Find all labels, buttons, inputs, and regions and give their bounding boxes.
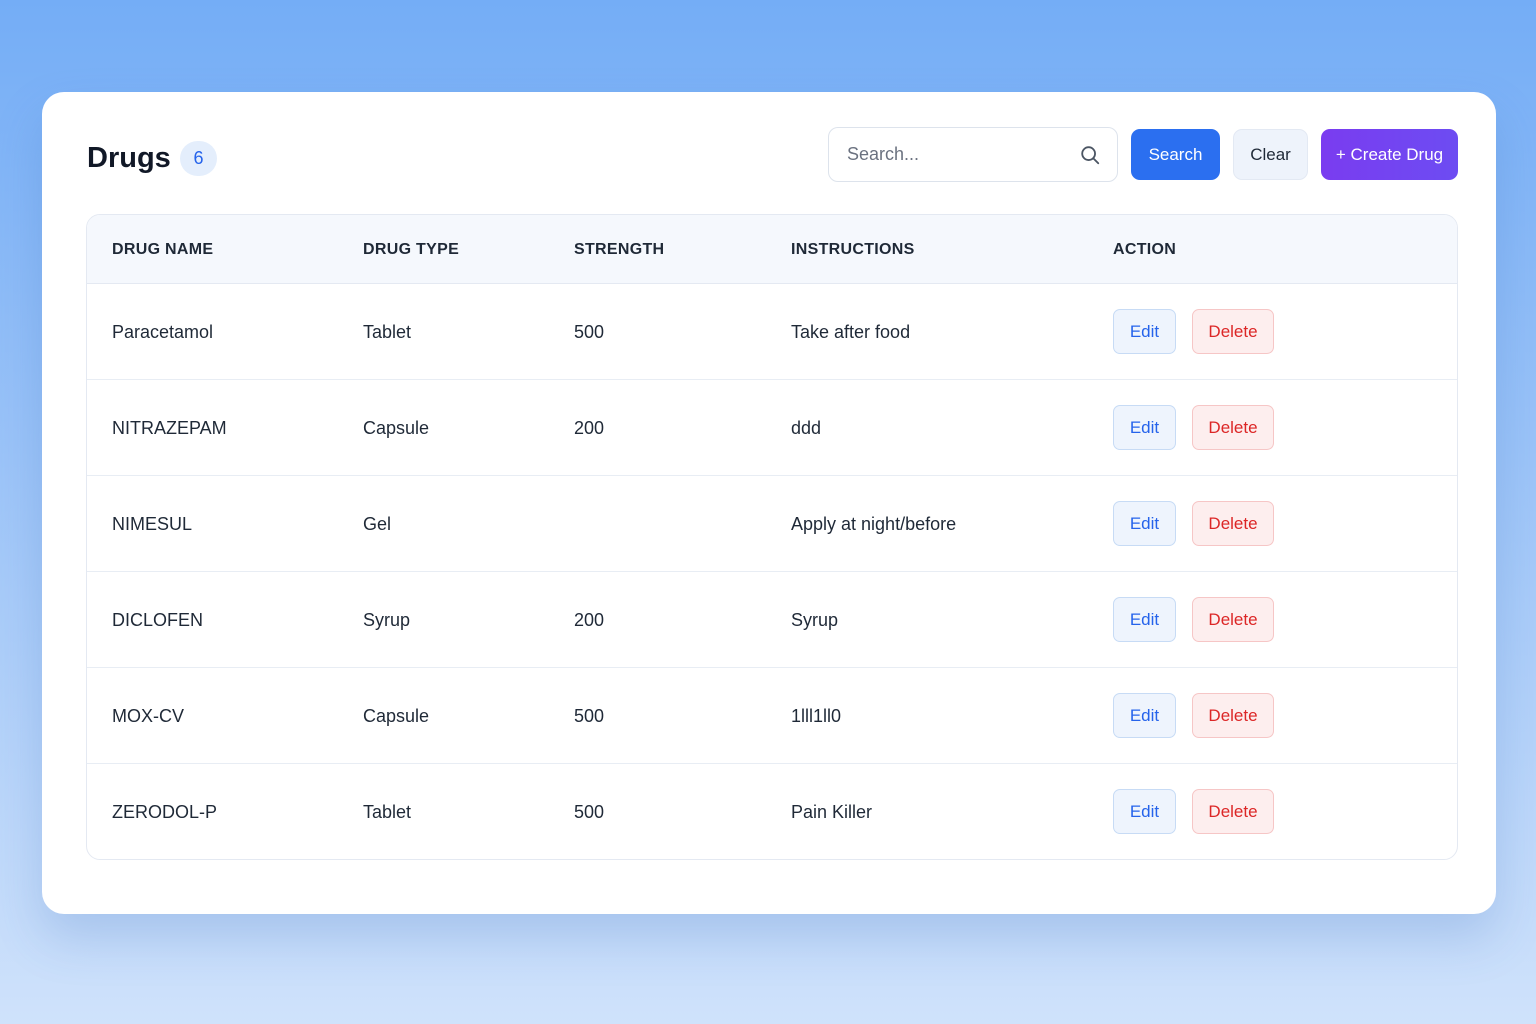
column-header-action: ACTION <box>1113 241 1177 258</box>
cell-strength: 500 <box>574 802 605 822</box>
edit-button[interactable]: Edit <box>1113 405 1176 450</box>
edit-button[interactable]: Edit <box>1113 501 1176 546</box>
cell-drug-name: ZERODOL-P <box>112 802 218 822</box>
table-row: NIMESUL Gel Apply at night/before Edit D… <box>87 476 1457 572</box>
column-header-drug-name: DRUG NAME <box>112 241 214 258</box>
cell-instructions: ddd <box>791 418 822 438</box>
edit-button[interactable]: Edit <box>1113 693 1176 738</box>
cell-instructions: Syrup <box>791 610 839 630</box>
create-drug-button[interactable]: + Create Drug <box>1321 129 1458 180</box>
cell-instructions: Apply at night/before <box>791 514 957 534</box>
cell-drug-type: Tablet <box>363 802 412 822</box>
cell-drug-type: Tablet <box>363 322 412 342</box>
column-header-drug-type: DRUG TYPE <box>363 241 460 258</box>
edit-button[interactable]: Edit <box>1113 789 1176 834</box>
cell-drug-name: MOX-CV <box>112 706 184 726</box>
cell-drug-name: DICLOFEN <box>112 610 204 630</box>
delete-button[interactable]: Delete <box>1192 597 1274 642</box>
cell-strength: 200 <box>574 418 605 438</box>
delete-button[interactable]: Delete <box>1192 405 1274 450</box>
clear-button[interactable]: Clear <box>1233 129 1308 180</box>
count-badge: 6 <box>180 141 217 176</box>
search-button[interactable]: Search <box>1131 129 1220 180</box>
table-row: ZERODOL-P Tablet 500 Pain Killer Edit De… <box>87 764 1457 859</box>
cell-drug-type: Syrup <box>363 610 411 630</box>
cell-drug-name: NITRAZEPAM <box>112 418 227 438</box>
delete-button[interactable]: Delete <box>1192 789 1274 834</box>
table-row: Paracetamol Tablet 500 Take after food E… <box>87 284 1457 380</box>
search-input[interactable] <box>847 128 1067 181</box>
page-title: Drugs <box>87 142 171 174</box>
column-header-strength: STRENGTH <box>574 241 665 258</box>
search-icon <box>1081 146 1100 165</box>
table-header: DRUG NAME DRUG TYPE STRENGTH INSTRUCTION… <box>87 215 1457 284</box>
column-header-instructions: INSTRUCTIONS <box>791 241 915 258</box>
cell-strength: 500 <box>574 322 605 342</box>
cell-drug-name: NIMESUL <box>112 514 193 534</box>
cell-drug-name: Paracetamol <box>112 322 214 342</box>
cell-strength: 200 <box>574 610 605 630</box>
cell-drug-type: Capsule <box>363 418 430 438</box>
drugs-table: DRUG NAME DRUG TYPE STRENGTH INSTRUCTION… <box>86 214 1458 860</box>
delete-button[interactable]: Delete <box>1192 309 1274 354</box>
cell-instructions: Pain Killer <box>791 802 873 822</box>
cell-instructions: 1lll1ll0 <box>791 706 842 726</box>
delete-button[interactable]: Delete <box>1192 693 1274 738</box>
table-row: MOX-CV Capsule 500 1lll1ll0 Edit Delete <box>87 668 1457 764</box>
cell-instructions: Take after food <box>791 322 911 342</box>
cell-drug-type: Capsule <box>363 706 430 726</box>
edit-button[interactable]: Edit <box>1113 309 1176 354</box>
search-box[interactable] <box>828 127 1118 182</box>
cell-drug-type: Gel <box>363 514 392 534</box>
delete-button[interactable]: Delete <box>1192 501 1274 546</box>
drugs-card: Drugs 6 Search Clear + Create Drug DRUG … <box>42 92 1496 914</box>
table-row: DICLOFEN Syrup 200 Syrup Edit Delete <box>87 572 1457 668</box>
edit-button[interactable]: Edit <box>1113 597 1176 642</box>
table-row: NITRAZEPAM Capsule 200 ddd Edit Delete <box>87 380 1457 476</box>
cell-strength: 500 <box>574 706 605 726</box>
